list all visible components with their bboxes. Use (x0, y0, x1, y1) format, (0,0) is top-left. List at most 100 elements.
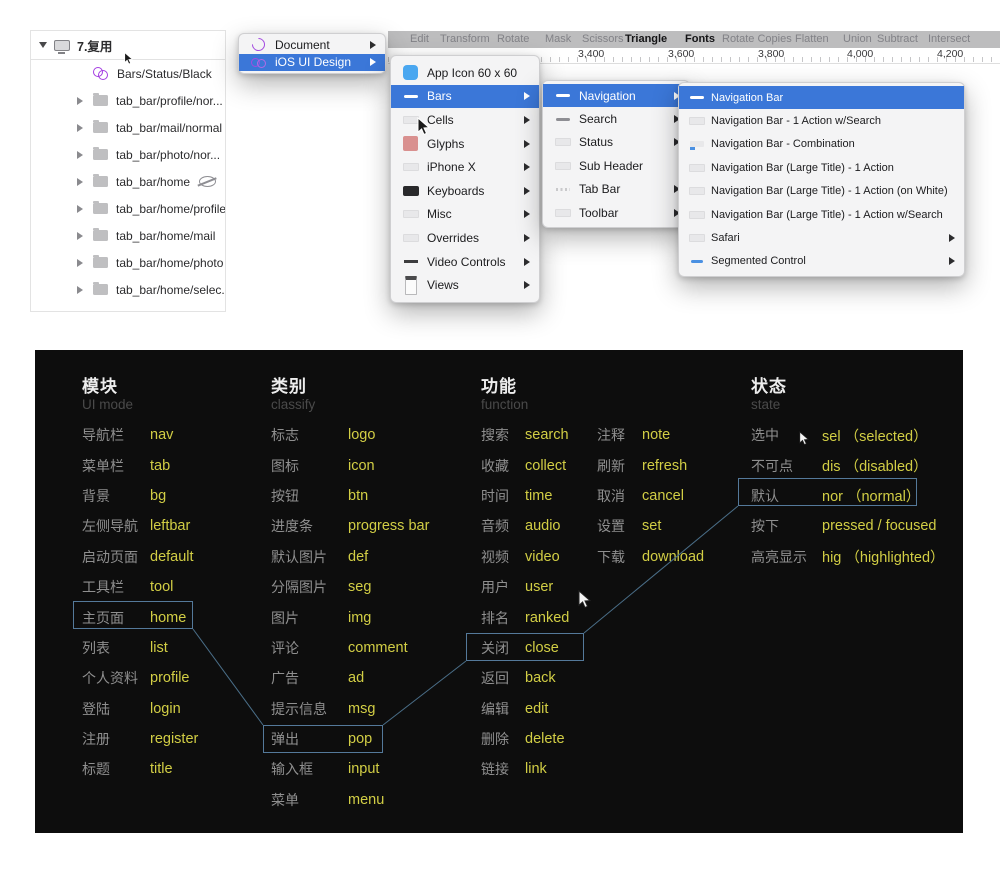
navigation-bar-icon (689, 90, 704, 106)
layer-row[interactable]: tab_bar/home/selec... (31, 276, 225, 303)
insert-symbol-menu: Document iOS UI Design (238, 33, 386, 74)
ruler-tick-label: 4,200 (937, 48, 963, 60)
toolbar-scissors[interactable]: Scissors (582, 33, 624, 45)
navbar-thumbnail-icon (689, 160, 704, 176)
folder-icon (93, 257, 108, 268)
submenu-arrow-icon (524, 234, 530, 242)
layer-row[interactable]: tab_bar/home... (31, 168, 225, 195)
layer-row[interactable]: tab_bar/home/profile (31, 195, 225, 222)
toolbar-bar-icon (554, 205, 571, 221)
mouse-cursor (417, 117, 430, 136)
callout-box-pop (263, 725, 383, 753)
eye-slash-icon[interactable] (199, 176, 216, 187)
navbar-thumbnail-icon (689, 207, 704, 223)
menu-item-navbar-large-1action-white[interactable]: Navigation Bar (Large Title) - 1 Action … (679, 180, 964, 203)
triangle-right-icon[interactable] (77, 259, 83, 267)
toolbar-subtract[interactable]: Subtract (877, 33, 918, 45)
submenu-arrow-icon (370, 58, 376, 66)
submenu-arrow-icon (949, 234, 955, 242)
toolbar-flatten[interactable]: Flatten (795, 33, 829, 45)
submenu-arrow-icon (524, 281, 530, 289)
folder-icon (93, 284, 108, 295)
toolbar-edit[interactable]: Edit (410, 33, 429, 45)
menu-item-bars[interactable]: Bars (391, 85, 539, 109)
folder-icon (93, 122, 108, 133)
folder-icon (93, 176, 108, 187)
toolbar-rotate[interactable]: Rotate (497, 33, 529, 45)
ruler-tick-label: 4,000 (847, 48, 873, 60)
artboard-icon (54, 40, 70, 51)
menu-item-misc[interactable]: Misc (391, 203, 539, 227)
callout-connector-lines (35, 350, 963, 833)
tab-bar-icon (554, 181, 571, 197)
menu-item-cells[interactable]: Cells (391, 108, 539, 132)
menu-item-keyboards[interactable]: Keyboards (391, 179, 539, 203)
menu-item-document[interactable]: Document (239, 36, 385, 54)
layer-row[interactable]: tab_bar/mail/normal (31, 114, 225, 141)
triangle-right-icon[interactable] (77, 286, 83, 294)
menu-item-segmented-control[interactable]: Segmented Control (679, 250, 964, 273)
canvas-toolbar: Edit Transform Rotate Mask Scissors Tria… (388, 31, 1000, 48)
menu-item-views[interactable]: Views (391, 273, 539, 297)
toolbar-mask[interactable]: Mask (545, 33, 571, 45)
submenu-arrow-icon (524, 92, 530, 100)
status-bar-icon (554, 134, 571, 150)
menu-item-navigation-bar[interactable]: Navigation Bar (679, 86, 964, 109)
menu-item-navbar-large-1action-search[interactable]: Navigation Bar (Large Title) - 1 Action … (679, 203, 964, 226)
triangle-right-icon[interactable] (77, 232, 83, 240)
triangle-right-icon[interactable] (77, 151, 83, 159)
folder-icon (93, 230, 108, 241)
misc-icon (402, 206, 419, 222)
submenu-arrow-icon (524, 258, 530, 266)
menu-item-video-controls[interactable]: Video Controls (391, 250, 539, 274)
menu-item-navbar-large-1action[interactable]: Navigation Bar (Large Title) - 1 Action (679, 156, 964, 179)
app-icon-thumbnail (402, 65, 419, 81)
submenu-arrow-icon (524, 116, 530, 124)
menu-item-safari[interactable]: Safari (679, 226, 964, 249)
toolbar-union[interactable]: Union (843, 33, 872, 45)
submenu-arrow-icon (949, 257, 955, 265)
views-icon (402, 277, 419, 293)
menu-item-navbar-1action-search[interactable]: Navigation Bar - 1 Action w/Search (679, 109, 964, 132)
toolbar-intersect[interactable]: Intersect (928, 33, 970, 45)
document-symbols-icon (250, 37, 267, 53)
menu-item-glyphs[interactable]: Glyphs (391, 132, 539, 156)
toolbar-rotate-copies[interactable]: Rotate Copies (722, 33, 792, 45)
menu-item-toolbar[interactable]: Toolbar (543, 201, 689, 224)
submenu-arrow-icon (370, 41, 376, 49)
toolbar-transform[interactable]: Transform (440, 33, 490, 45)
menu-item-app-icon[interactable]: App Icon 60 x 60 (391, 61, 539, 85)
triangle-right-icon[interactable] (77, 97, 83, 105)
layer-row[interactable]: tab_bar/photo/nor... (31, 141, 225, 168)
menu-item-overrides[interactable]: Overrides (391, 226, 539, 250)
submenu-arrow-icon (524, 210, 530, 218)
video-controls-icon (402, 254, 419, 270)
triangle-right-icon[interactable] (77, 178, 83, 186)
menu-item-status[interactable]: Status (543, 131, 689, 154)
menu-item-tab-bar[interactable]: Tab Bar (543, 178, 689, 201)
toolbar-fonts[interactable]: Fonts (685, 33, 715, 45)
menu-item-navbar-combination[interactable]: Navigation Bar - Combination (679, 133, 964, 156)
triangle-right-icon[interactable] (77, 205, 83, 213)
callout-box-home (73, 601, 193, 629)
toolbar-triangle[interactable]: Triangle (625, 33, 667, 45)
layer-row[interactable]: tab_bar/home/photo (31, 249, 225, 276)
menu-item-navigation[interactable]: Navigation (543, 84, 689, 107)
safari-thumbnail-icon (689, 230, 704, 246)
menu-item-ios-ui-design[interactable]: iOS UI Design (239, 54, 385, 72)
layer-row[interactable]: tab_bar/profile/nor... (31, 87, 225, 114)
triangle-down-icon[interactable] (39, 42, 47, 48)
menu-item-iphone-x[interactable]: iPhone X (391, 155, 539, 179)
overrides-icon (402, 230, 419, 246)
menu-item-search[interactable]: Search (543, 107, 689, 130)
menu-item-sub-header[interactable]: Sub Header (543, 154, 689, 177)
triangle-right-icon[interactable] (77, 124, 83, 132)
callout-box-nor (738, 478, 917, 506)
bars-submenu: Navigation Search Status Sub Header Tab … (542, 80, 690, 228)
layer-row[interactable]: tab_bar/home/mail (31, 222, 225, 249)
navigation-submenu: Navigation Bar Navigation Bar - 1 Action… (678, 82, 965, 277)
submenu-arrow-icon (524, 187, 530, 195)
navigation-icon (554, 88, 571, 104)
submenu-arrow-icon (524, 163, 530, 171)
mouse-cursor (578, 590, 591, 609)
